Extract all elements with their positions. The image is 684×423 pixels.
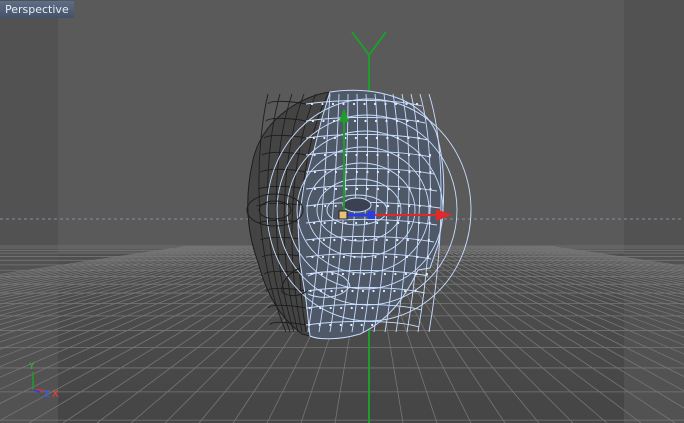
orientation-z-label: Z: [43, 389, 50, 400]
left-wall: [0, 0, 58, 423]
orientation-y-label: Y: [28, 362, 35, 372]
viewport-scene[interactable]: Y Z X: [0, 0, 684, 423]
viewport-label[interactable]: Perspective: [0, 1, 74, 18]
right-eye-inner: [342, 197, 372, 213]
right-wall: [624, 0, 684, 423]
perspective-viewport[interactable]: Y Z X Perspective: [0, 0, 684, 423]
gizmo-center-handle[interactable]: [338, 210, 348, 220]
orientation-x-label: X: [52, 389, 59, 400]
gizmo-z-handle[interactable]: [368, 211, 375, 219]
